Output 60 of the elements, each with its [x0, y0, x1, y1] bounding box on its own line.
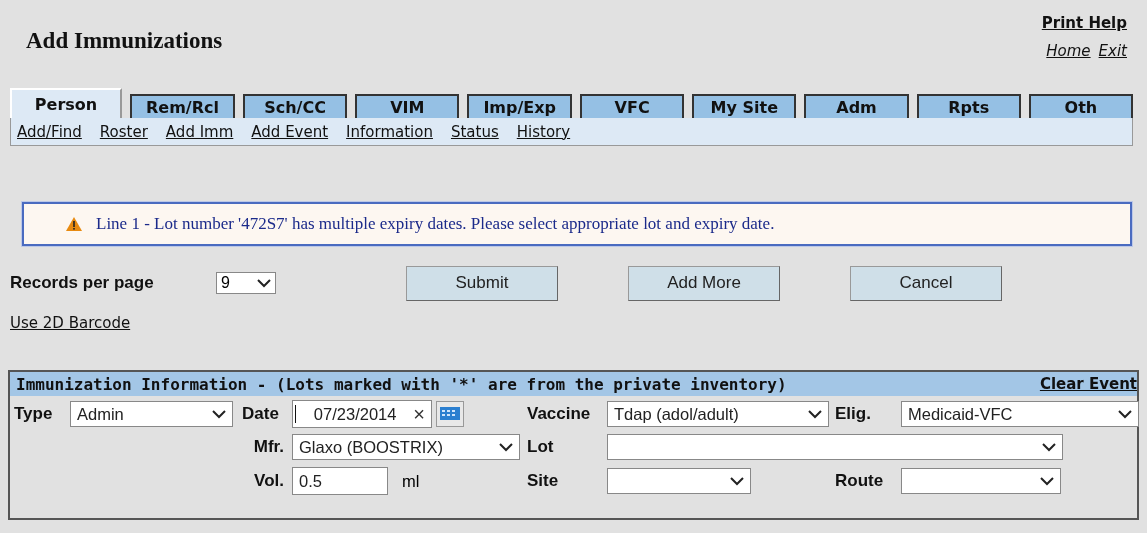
subnav-link[interactable]: Information	[346, 122, 433, 141]
field-label: Records per page	[10, 273, 155, 293]
nav-tab[interactable]: Rpts	[916, 94, 1021, 118]
panel-title: Immunization Information - (Lots marked with '*' are from the private inventory)	[16, 374, 787, 394]
clear-event-link[interactable]: Clear Event	[1039, 375, 1137, 393]
action-button[interactable]: Cancel	[850, 265, 1002, 301]
chevron-icon	[808, 409, 822, 419]
alert-message: Line 1 - Lot number '472S7' has multiple expiry dates. Please select appropriate lot and expiry date.	[96, 214, 775, 234]
field-label: Route	[835, 471, 885, 491]
unit-label: ml	[402, 471, 420, 491]
chevron-icon	[1040, 476, 1054, 486]
nav-tab[interactable]: Rem/Rcl	[130, 94, 235, 118]
date-field[interactable]: 07/23/2014 ×	[292, 400, 432, 428]
subnav-link[interactable]: Roster	[99, 122, 148, 141]
action-button[interactable]: Submit	[406, 265, 558, 301]
warning-icon	[66, 217, 82, 231]
nav-tab[interactable]: My Site	[692, 94, 797, 118]
header-link[interactable]: Print Help	[1041, 14, 1127, 32]
nav-tab[interactable]: Imp/Exp	[467, 94, 572, 118]
field-label: Elig.	[835, 404, 872, 424]
field-label: Vaccine	[527, 404, 592, 424]
volume-field[interactable]: 0.5	[292, 467, 388, 495]
field-label: Vol.	[254, 471, 285, 491]
field-label: Date	[242, 404, 280, 424]
subnav-link[interactable]: Add/Find	[17, 122, 82, 141]
subnav-link[interactable]: Add Event	[251, 122, 329, 141]
select-field[interactable]: Tdap (adol/adult)	[607, 401, 829, 427]
subnav-link[interactable]: Status	[450, 122, 499, 141]
chevron-icon	[730, 476, 744, 486]
chevron-icon	[499, 442, 513, 452]
chevron-icon	[1118, 409, 1132, 419]
field-label: Site	[527, 471, 560, 491]
select-field[interactable]	[607, 434, 1063, 460]
header-link[interactable]: Home	[1046, 42, 1091, 60]
clear-button[interactable]: ×	[413, 402, 425, 426]
nav-tab[interactable]: Person	[10, 88, 122, 118]
select-field[interactable]: Medicaid-VFC	[901, 401, 1139, 427]
chevron-icon	[1042, 442, 1056, 452]
field-label: Mfr.	[253, 437, 285, 457]
action-button[interactable]: Add More	[628, 265, 780, 301]
chevron-icon	[212, 409, 226, 419]
subnav-link[interactable]: Add Imm	[165, 122, 234, 141]
nav-tab[interactable]: Sch/CC	[243, 94, 348, 118]
select-field[interactable]: Admin	[70, 401, 233, 427]
chevron-icon	[257, 278, 271, 288]
field-label: Lot	[527, 437, 555, 457]
page-title: Add Immunizations	[26, 28, 223, 55]
field-label: Type	[14, 404, 54, 424]
subnav-link[interactable]: History	[516, 122, 571, 141]
header-link[interactable]: Exit	[1098, 42, 1127, 60]
nav-tab[interactable]: VFC	[580, 94, 685, 118]
nav-tab[interactable]: Adm	[804, 94, 909, 118]
select-field[interactable]: 9	[216, 272, 276, 294]
select-field[interactable]	[607, 468, 751, 494]
barcode-link[interactable]: Use 2D Barcode	[10, 314, 131, 332]
calendar-icon[interactable]	[436, 401, 464, 427]
select-field[interactable]	[901, 468, 1061, 494]
nav-tab[interactable]: Oth	[1028, 94, 1134, 118]
select-field[interactable]: Glaxo (BOOSTRIX)	[292, 434, 520, 460]
nav-tab[interactable]: VIM	[355, 94, 460, 118]
